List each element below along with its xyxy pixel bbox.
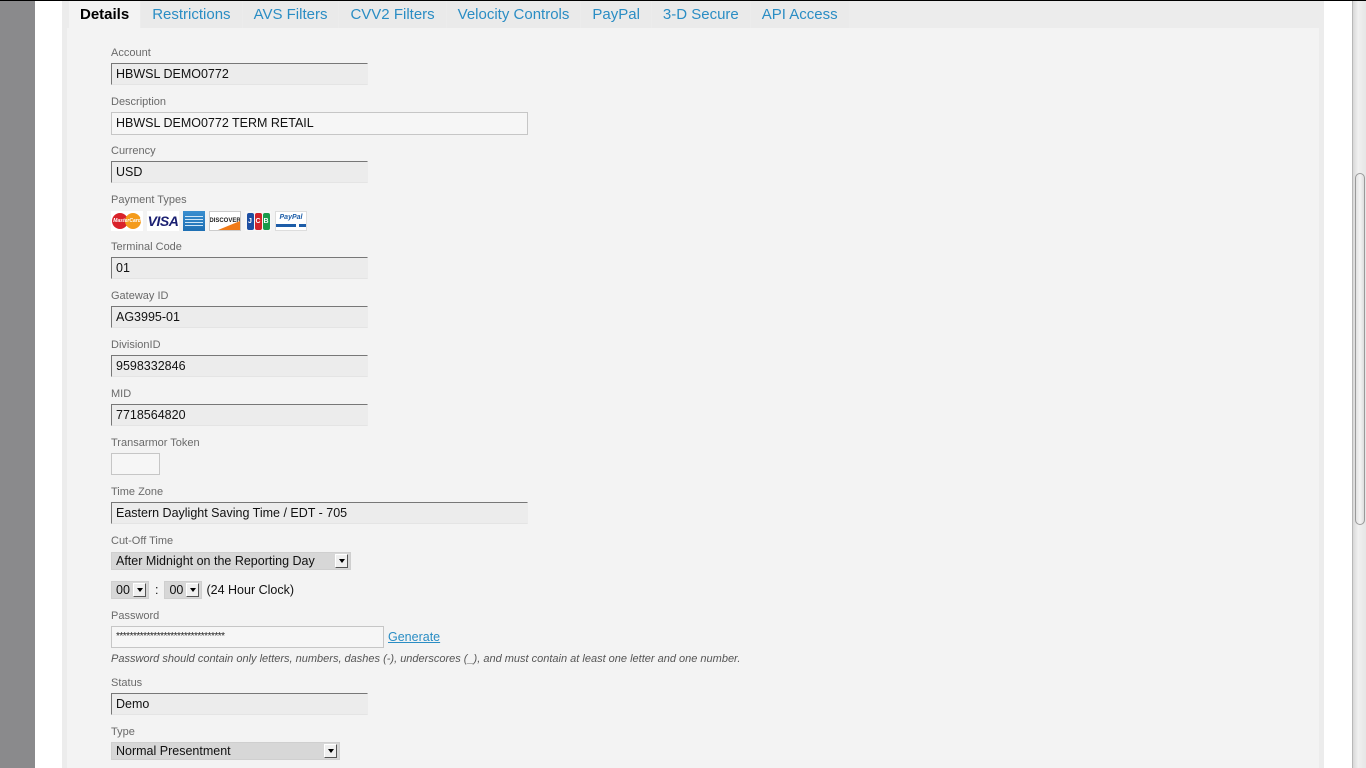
cutoff-time-selected: After Midnight on the Reporting Day	[116, 554, 315, 568]
tab-avs-filters[interactable]: AVS Filters	[242, 1, 339, 28]
gateway-id-field: Gateway ID AG3995-01	[111, 290, 368, 328]
type-field: Type Normal Presentment	[111, 726, 340, 760]
division-id-field: DivisionID 9598332846	[111, 339, 368, 377]
transarmor-token-field: Transarmor Token	[111, 437, 200, 475]
password-input[interactable]: ********************************	[111, 626, 384, 648]
page: Details Restrictions AVS Filters CVV2 Fi…	[0, 0, 1366, 768]
terminal-code-field: Terminal Code 01	[111, 241, 368, 279]
tab-details[interactable]: Details	[69, 1, 141, 28]
currency-input: USD	[111, 161, 368, 183]
payment-types-field: Payment Types MasterCard VISA DISCOVER J…	[111, 194, 307, 231]
status-input: Demo	[111, 693, 368, 715]
type-select[interactable]: Normal Presentment	[111, 742, 340, 760]
account-field: Account HBWSL DEMO0772	[111, 47, 368, 85]
tab-cvv2-filters[interactable]: CVV2 Filters	[339, 1, 446, 28]
left-gutter	[0, 0, 35, 768]
visa-icon: VISA	[147, 211, 179, 231]
gateway-id-input: AG3995-01	[111, 306, 368, 328]
payment-types-icons: MasterCard VISA DISCOVER JCB PayPal	[111, 211, 307, 231]
type-label: Type	[111, 726, 135, 738]
mid-label: MID	[111, 388, 132, 400]
tab-bar: Details Restrictions AVS Filters CVV2 Fi…	[69, 1, 850, 28]
details-tab-content: Account HBWSL DEMO0772 Description HBWSL…	[67, 28, 1319, 768]
cutoff-minute-value: 00	[169, 583, 184, 597]
jcb-icon: JCB	[245, 211, 271, 231]
cutoff-minute-select[interactable]: 00	[164, 581, 203, 599]
terminal-code-label: Terminal Code	[111, 241, 182, 253]
terminal-panel: Details Restrictions AVS Filters CVV2 Fi…	[62, 1, 1324, 768]
paypal-icon: PayPal	[275, 211, 307, 231]
cutoff-clock-row: 00 : 00 (24 Hour Clock)	[111, 581, 351, 599]
cutoff-time-field: Cut-Off Time After Midnight on the Repor…	[111, 535, 351, 599]
scrollbar-thumb[interactable]	[1355, 173, 1365, 525]
description-field: Description HBWSL DEMO0772 TERM RETAIL	[111, 96, 528, 135]
password-field: Password *******************************…	[111, 610, 740, 665]
currency-field: Currency USD	[111, 145, 368, 183]
vertical-scrollbar[interactable]	[1352, 0, 1366, 768]
top-border	[0, 0, 1366, 1]
tab-api-access[interactable]: API Access	[750, 1, 849, 28]
division-id-label: DivisionID	[111, 339, 161, 351]
mastercard-icon: MasterCard	[111, 211, 143, 231]
account-label: Account	[111, 47, 151, 59]
cutoff-time-label: Cut-Off Time	[111, 535, 174, 547]
password-label: Password	[111, 610, 160, 622]
clock-format-label: (24 Hour Clock)	[206, 583, 295, 597]
gateway-id-label: Gateway ID	[111, 290, 169, 302]
tab-paypal[interactable]: PayPal	[581, 1, 651, 28]
mid-field: MID 7718564820	[111, 388, 368, 426]
cutoff-hour-select[interactable]: 00	[111, 581, 149, 599]
chevron-down-icon[interactable]	[186, 583, 200, 597]
time-zone-label: Time Zone	[111, 486, 164, 498]
terminal-code-input: 01	[111, 257, 368, 279]
transarmor-token-label: Transarmor Token	[111, 437, 200, 449]
tab-3d-secure[interactable]: 3-D Secure	[651, 1, 750, 28]
cutoff-time-select[interactable]: After Midnight on the Reporting Day	[111, 552, 351, 570]
account-input: HBWSL DEMO0772	[111, 63, 368, 85]
generate-password-link[interactable]: Generate	[388, 630, 440, 644]
amex-icon	[183, 211, 205, 231]
time-zone-field: Time Zone Eastern Daylight Saving Time /…	[111, 486, 528, 524]
status-label: Status	[111, 677, 143, 689]
cutoff-hour-value: 00	[116, 583, 130, 597]
password-hint: Password should contain only letters, nu…	[111, 653, 741, 665]
type-selected: Normal Presentment	[116, 744, 231, 758]
description-input[interactable]: HBWSL DEMO0772 TERM RETAIL	[111, 112, 528, 135]
time-separator: :	[155, 583, 159, 597]
chevron-down-icon[interactable]	[324, 744, 337, 758]
tab-restrictions[interactable]: Restrictions	[141, 1, 242, 28]
mid-input: 7718564820	[111, 404, 368, 426]
time-zone-input: Eastern Daylight Saving Time / EDT - 705	[111, 502, 528, 524]
discover-icon: DISCOVER	[209, 211, 241, 231]
payment-types-label: Payment Types	[111, 194, 187, 206]
password-row: ******************************** Generat…	[111, 626, 740, 648]
division-id-input: 9598332846	[111, 355, 368, 377]
description-label: Description	[111, 96, 167, 108]
currency-label: Currency	[111, 145, 156, 157]
tab-velocity-controls[interactable]: Velocity Controls	[446, 1, 581, 28]
status-field: Status Demo	[111, 677, 368, 715]
chevron-down-icon[interactable]	[335, 554, 348, 568]
transarmor-token-input[interactable]	[111, 453, 160, 475]
chevron-down-icon[interactable]	[133, 583, 146, 597]
